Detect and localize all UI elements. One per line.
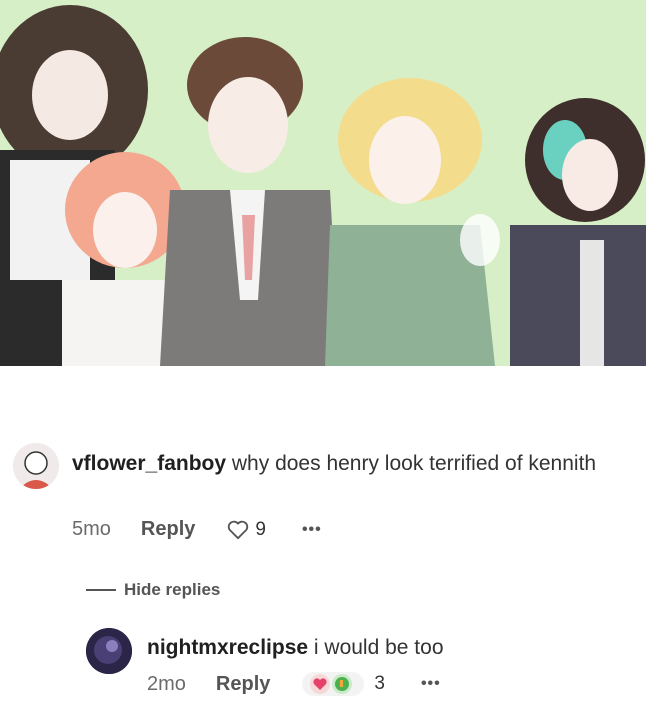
reply-comment-body: nightmxreclipse i would be too [147, 633, 627, 663]
avatar[interactable] [86, 628, 132, 674]
reply-button[interactable]: Reply [216, 673, 270, 696]
heart-icon [228, 520, 249, 539]
more-options-button[interactable]: ••• [302, 521, 322, 539]
reactions[interactable] [302, 672, 365, 696]
like-count: 9 [255, 518, 266, 540]
hide-replies-button[interactable]: Hide replies [86, 580, 220, 600]
like-button[interactable]: 9 [227, 519, 266, 541]
comment-text: i would be too [313, 636, 444, 659]
hide-replies-label: Hide replies [124, 580, 221, 599]
thumbs-up-icon [332, 674, 353, 694]
comment-meta: 5mo Reply 9 ••• [72, 518, 322, 541]
reply-button[interactable]: Reply [141, 518, 195, 541]
comment-meta: 2mo Reply 3 ••• [147, 672, 441, 696]
more-options-button[interactable]: ••• [421, 675, 441, 693]
character-figure [510, 98, 646, 366]
divider [86, 589, 116, 591]
heart-eyes-icon [310, 674, 331, 694]
comment-text: why does henry look terrified of kennith [231, 452, 597, 475]
username[interactable]: nightmxreclipse [147, 636, 308, 659]
avatar[interactable] [13, 443, 59, 489]
timestamp: 5mo [72, 518, 111, 540]
timestamp: 2mo [147, 672, 186, 695]
reaction-count: 3 [374, 673, 385, 694]
artwork-image [0, 0, 646, 366]
comment-body: vflower_fanboy why does henry look terri… [72, 449, 632, 479]
username[interactable]: vflower_fanboy [72, 452, 226, 475]
